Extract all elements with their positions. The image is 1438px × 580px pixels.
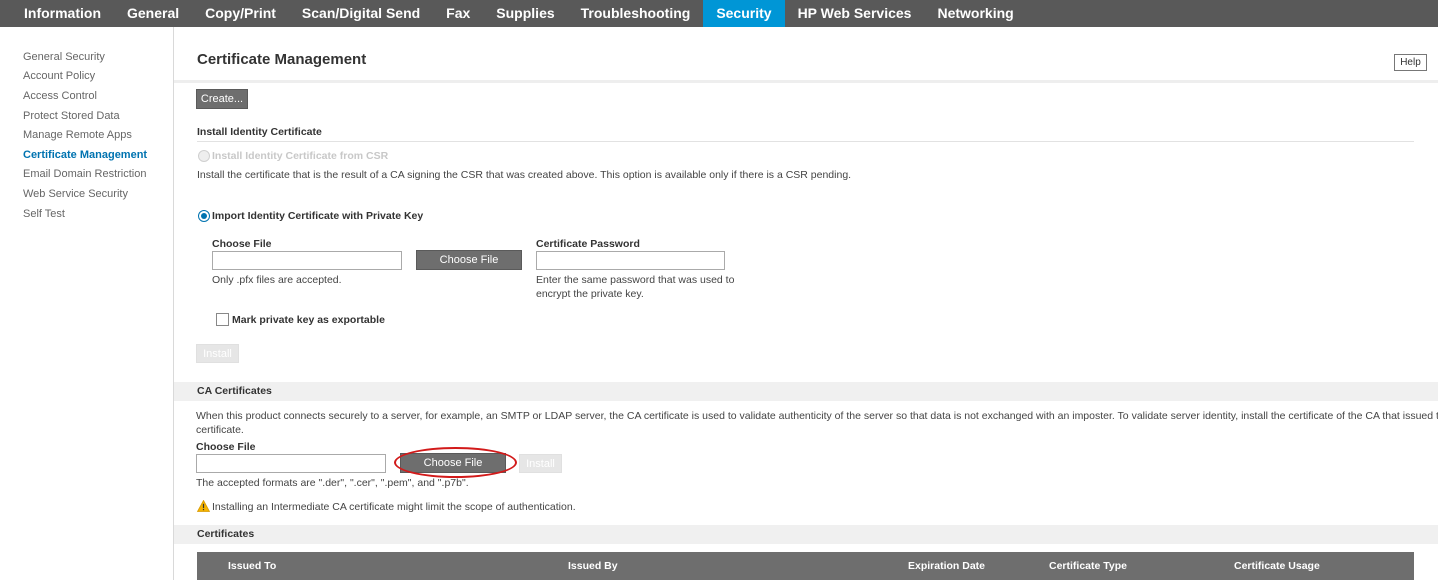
sidebar: General Security Account Policy Access C… — [0, 27, 174, 580]
exportable-checkbox[interactable] — [216, 313, 229, 326]
certificates-heading: Certificates — [197, 528, 255, 540]
tab-scan-digital-send[interactable]: Scan/Digital Send — [289, 0, 433, 27]
create-button[interactable]: Create... — [196, 89, 248, 109]
certificate-password-label: Certificate Password — [536, 238, 640, 250]
tab-hp-web-services[interactable]: HP Web Services — [785, 0, 925, 27]
csr-radio[interactable] — [198, 150, 210, 162]
tab-general[interactable]: General — [114, 0, 192, 27]
ca-description-line1: When this product connects securely to a… — [196, 410, 1438, 422]
ca-install-button[interactable]: Install — [519, 454, 562, 473]
import-option-label: Import Identity Certificate with Private… — [212, 210, 424, 222]
identity-file-input[interactable] — [212, 251, 402, 270]
sidebar-item-access-control[interactable]: Access Control — [23, 90, 97, 102]
sidebar-item-manage-remote-apps[interactable]: Manage Remote Apps — [23, 129, 132, 141]
sidebar-item-protect-stored-data[interactable]: Protect Stored Data — [23, 110, 120, 122]
page-title: Certificate Management — [197, 51, 367, 68]
csr-description: Install the certificate that is the resu… — [197, 169, 852, 181]
password-hint-line2: encrypt the private key. — [536, 288, 644, 300]
tab-troubleshooting[interactable]: Troubleshooting — [568, 0, 704, 27]
identity-install-button[interactable]: Install — [196, 344, 239, 363]
identity-choose-file-button[interactable]: Choose File — [416, 250, 522, 270]
sidebar-item-general-security[interactable]: General Security — [23, 51, 105, 63]
ca-certificates-heading: CA Certificates — [197, 385, 272, 397]
exportable-label: Mark private key as exportable — [232, 314, 385, 326]
ca-choose-file-label: Choose File — [196, 441, 256, 453]
ca-formats-hint: The accepted formats are ".der", ".cer",… — [196, 477, 469, 489]
ca-certificates-band: CA Certificates — [174, 382, 1438, 401]
sidebar-item-account-policy[interactable]: Account Policy — [23, 70, 95, 82]
help-button[interactable]: Help — [1394, 54, 1427, 71]
highlight-annotation — [394, 447, 517, 478]
column-issued-by[interactable]: Issued By — [568, 560, 618, 572]
tab-supplies[interactable]: Supplies — [483, 0, 567, 27]
csr-option-label: Install Identity Certificate from CSR — [212, 150, 389, 162]
warning-icon — [197, 500, 210, 512]
import-radio[interactable] — [198, 210, 210, 222]
certificates-band: Certificates — [174, 525, 1438, 544]
password-hint-line1: Enter the same password that was used to — [536, 274, 735, 286]
sidebar-item-certificate-management[interactable]: Certificate Management — [23, 149, 147, 161]
column-expiration-date[interactable]: Expiration Date — [908, 560, 985, 572]
sidebar-item-web-service-security[interactable]: Web Service Security — [23, 188, 128, 200]
install-identity-heading: Install Identity Certificate — [197, 126, 322, 138]
sidebar-item-email-domain-restriction[interactable]: Email Domain Restriction — [23, 168, 146, 180]
sidebar-item-self-test[interactable]: Self Test — [23, 208, 65, 220]
ca-description-line2: certificate. — [196, 424, 244, 436]
certificate-password-input[interactable] — [536, 251, 725, 270]
top-nav: Information General Copy/Print Scan/Digi… — [0, 0, 1438, 27]
tab-copy-print[interactable]: Copy/Print — [192, 0, 289, 27]
tab-fax[interactable]: Fax — [433, 0, 483, 27]
title-divider — [174, 80, 1438, 83]
choose-file-label: Choose File — [212, 238, 272, 250]
section-divider — [197, 141, 1414, 142]
identity-file-hint: Only .pfx files are accepted. — [212, 274, 342, 286]
certificates-table-header: Issued To Issued By Expiration Date Cert… — [197, 552, 1414, 580]
tab-networking[interactable]: Networking — [924, 0, 1026, 27]
ca-file-input[interactable] — [196, 454, 386, 473]
column-issued-to[interactable]: Issued To — [228, 560, 276, 572]
ca-warning-text: Installing an Intermediate CA certificat… — [212, 501, 576, 513]
tab-security[interactable]: Security — [703, 0, 785, 27]
tab-information[interactable]: Information — [0, 0, 114, 27]
column-certificate-usage[interactable]: Certificate Usage — [1234, 560, 1320, 572]
column-certificate-type[interactable]: Certificate Type — [1049, 560, 1127, 572]
